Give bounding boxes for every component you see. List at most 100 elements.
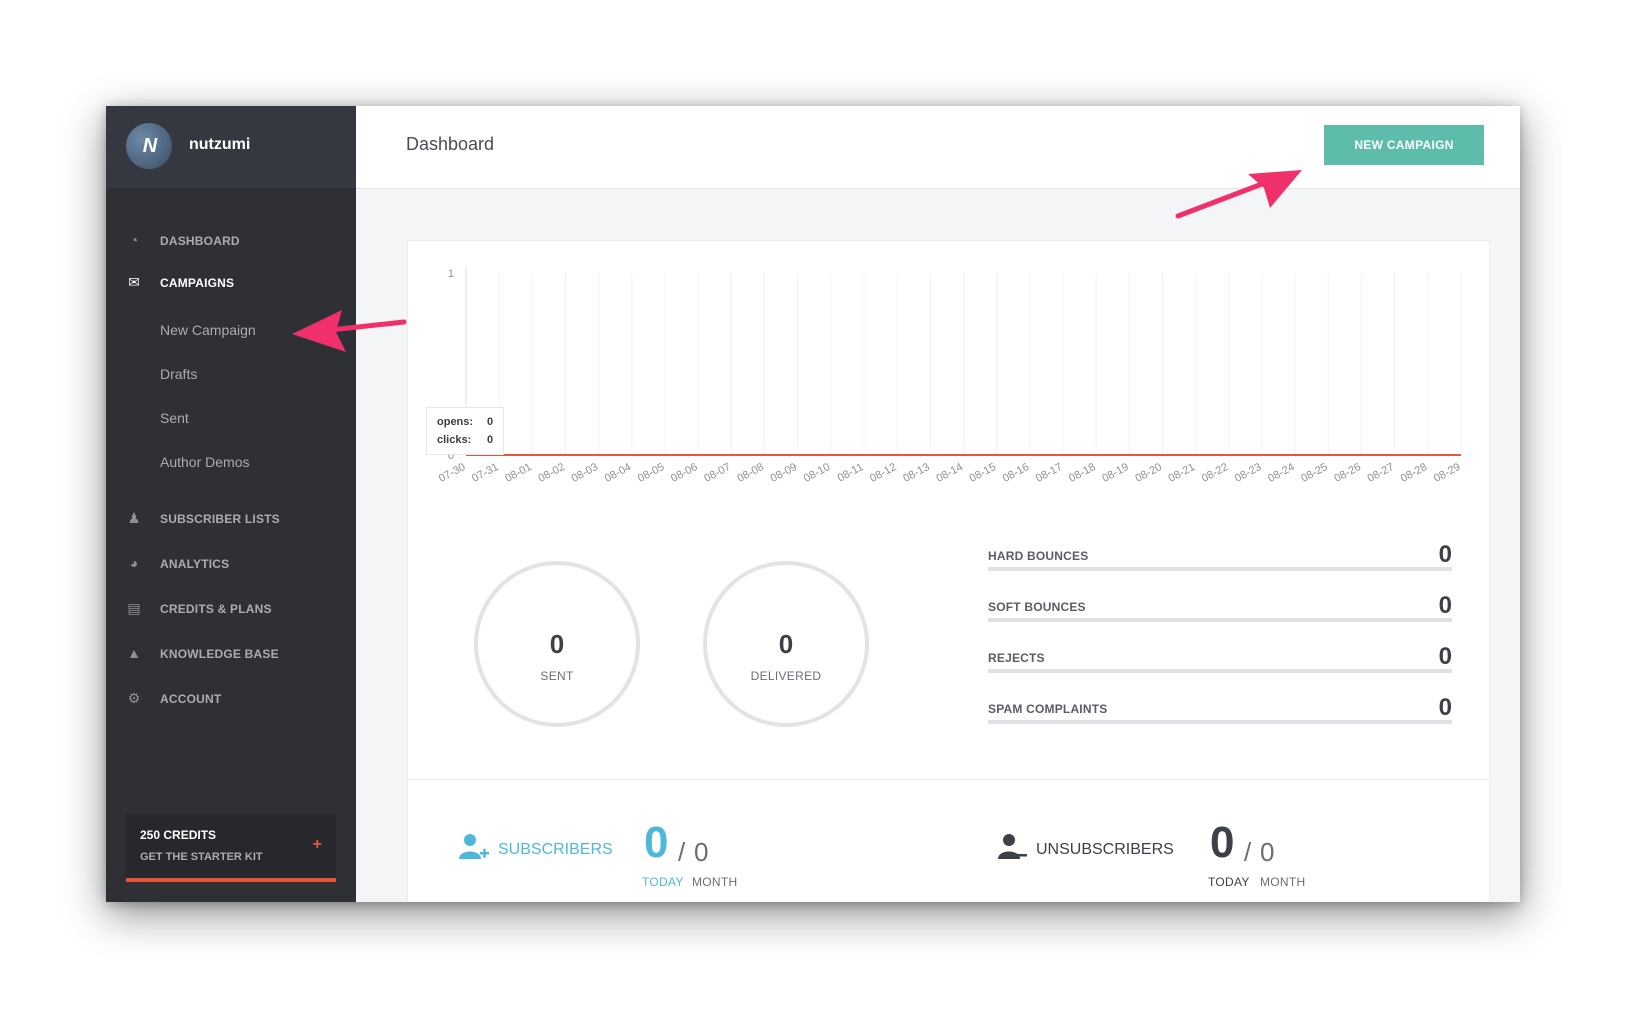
stat-bar	[988, 618, 1452, 622]
sidebar-subitem-new-campaign[interactable]: New Campaign	[160, 322, 256, 338]
subscribers-slash: /	[678, 837, 686, 867]
x-tick-label: 08-17	[1034, 461, 1064, 485]
sent-value: 0	[549, 629, 565, 659]
x-tick-label: 08-02	[536, 461, 566, 485]
sidebar-item-label: KNOWLEDGE BASE	[160, 647, 279, 661]
add-user-icon	[459, 834, 489, 859]
users-icon: ♟	[127, 510, 141, 526]
chart-tooltip: opens: 0 clicks: 0	[426, 407, 504, 455]
stat-soft-bounces: SOFT BOUNCES 0	[988, 590, 1452, 640]
subscribers-today-label: TODAY	[642, 875, 684, 889]
credits-count: 250 CREDITS	[140, 828, 217, 842]
tooltip-opens-value: 0	[487, 416, 494, 428]
stat-label: REJECTS	[988, 651, 1045, 665]
new-campaign-button[interactable]: NEW CAMPAIGN	[1324, 125, 1484, 165]
unsubscribers-month-value: 0	[1260, 837, 1275, 867]
sidebar-item-credits-plans[interactable]: ▤ CREDITS & PLANS	[106, 593, 356, 623]
sidebar-item-account[interactable]: ⚙ ACCOUNT	[106, 683, 356, 713]
header: Dashboard NEW CAMPAIGN	[356, 106, 1520, 189]
sidebar-item-label: SUBSCRIBER LISTS	[160, 512, 280, 526]
sidebar-item-label: CAMPAIGNS	[160, 276, 235, 290]
tooltip-clicks-value: 0	[487, 434, 494, 446]
gear-icon: ⚙	[127, 690, 141, 706]
divider	[408, 779, 1489, 780]
stat-spam-complaints: SPAM COMPLAINTS 0	[988, 692, 1452, 742]
add-credits-icon[interactable]: +	[313, 836, 322, 854]
sidebar-item-label: ANALYTICS	[160, 557, 230, 571]
subscribers-summary: SUBSCRIBERS 0 / 0 TODAY MONTH	[458, 821, 758, 901]
x-tick-label: 08-11	[836, 461, 866, 484]
x-tick-label: 08-19	[1100, 461, 1130, 485]
subscribers-title: SUBSCRIBERS	[498, 841, 613, 858]
stat-bar	[988, 567, 1452, 571]
dashboard-card: 1 0 07-30 07-31 08-01 08-02 08-03 08-04 08-05 08-…	[407, 240, 1490, 902]
sidebar-item-knowledge-base[interactable]: ▲ KNOWLEDGE BASE	[106, 638, 356, 668]
y-tick-label: 1	[448, 268, 454, 280]
x-tick-label: 08-25	[1299, 461, 1329, 485]
sidebar-item-subscriber-lists[interactable]: ♟ SUBSCRIBER LISTS	[106, 503, 356, 533]
x-tick-label: 08-28	[1399, 461, 1429, 485]
sidebar-item-label: DASHBOARD	[160, 234, 240, 248]
sidebar-item-dashboard[interactable]: ◔ DASHBOARD	[106, 225, 356, 255]
stat-label: HARD BOUNCES	[988, 549, 1089, 563]
subscribers-month-label: MONTH	[692, 875, 738, 889]
x-tick-label: 08-13	[901, 461, 931, 485]
x-tick-label: 08-15	[968, 461, 998, 485]
unsubscribers-title: UNSUBSCRIBERS	[1036, 841, 1174, 858]
unsubscribers-slash: /	[1244, 837, 1252, 867]
unsubscribers-summary: UNSUBSCRIBERS 0 / 0 TODAY MONTH	[996, 821, 1356, 901]
unsubscribers-today-value: 0	[1210, 818, 1235, 867]
brand-name: nutzumi	[189, 136, 251, 153]
x-tick-label: 07-31	[470, 461, 500, 485]
sidebar-item-campaigns[interactable]: ✉ CAMPAIGNS	[106, 267, 356, 297]
x-tick-label: 08-09	[769, 461, 799, 485]
stat-bar	[988, 669, 1452, 673]
credits-panel[interactable]: 250 CREDITS GET THE STARTER KIT +	[126, 814, 336, 882]
x-tick-label: 08-21	[1167, 461, 1197, 485]
pie-chart-icon: ◕	[129, 555, 139, 571]
x-tick-label: 08-24	[1266, 461, 1296, 485]
graduation-cap-icon: ▲	[127, 645, 141, 661]
subscribers-month-value: 0	[694, 837, 709, 867]
x-tick-label: 08-26	[1332, 461, 1362, 485]
x-tick-label: 08-01	[503, 461, 533, 485]
app-window: N nutzumi ◔ DASHBOARD ✉ CAMPAIGNS New Ca…	[106, 106, 1520, 902]
x-tick-label: 08-29	[1432, 461, 1462, 485]
stat-label: SOFT BOUNCES	[988, 600, 1086, 614]
x-tick-label: 08-03	[570, 461, 600, 485]
stat-label: SPAM COMPLAINTS	[988, 702, 1108, 716]
sidebar: N nutzumi ◔ DASHBOARD ✉ CAMPAIGNS New Ca…	[106, 106, 356, 902]
starter-kit-link[interactable]: GET THE STARTER KIT	[140, 851, 263, 863]
envelope-icon: ✉	[128, 274, 140, 290]
logo[interactable]: N	[126, 123, 172, 169]
stat-value: 0	[1438, 541, 1452, 568]
x-tick-label: 08-05	[636, 461, 666, 485]
stat-bar	[988, 720, 1452, 724]
sidebar-subitem-sent[interactable]: Sent	[160, 410, 189, 426]
delivered-circle: 0 DELIVERED	[703, 561, 869, 727]
tooltip-opens-label: opens:	[437, 416, 474, 428]
x-tick-label: 08-16	[1001, 461, 1031, 485]
x-tick-label: 08-27	[1366, 461, 1396, 485]
sidebar-subitem-drafts[interactable]: Drafts	[160, 366, 197, 382]
page-title: Dashboard	[406, 134, 495, 154]
brand-header: N nutzumi	[106, 106, 356, 188]
sidebar-subitem-author-demos[interactable]: Author Demos	[160, 454, 249, 470]
x-tick-label: 08-08	[735, 461, 765, 485]
subscribers-today-value: 0	[644, 818, 669, 867]
stat-value: 0	[1438, 592, 1452, 619]
x-tick-label: 08-14	[934, 461, 964, 485]
unsubscribers-today-label: TODAY	[1208, 875, 1250, 889]
sent-circle: 0 SENT	[474, 561, 640, 727]
x-tick-label: 08-10	[802, 461, 832, 485]
x-tick-label: 08-23	[1233, 461, 1263, 485]
remove-user-icon	[998, 834, 1027, 859]
sidebar-item-analytics[interactable]: ◕ ANALYTICS	[106, 548, 356, 578]
stat-value: 0	[1438, 643, 1452, 670]
sidebar-item-label: CREDITS & PLANS	[160, 602, 272, 616]
x-tick-label: 08-07	[702, 461, 732, 485]
x-tick-label: 08-20	[1133, 461, 1163, 485]
x-tick-label: 08-18	[1067, 461, 1097, 485]
delivered-value: 0	[778, 629, 794, 659]
delivered-label: DELIVERED	[750, 669, 822, 683]
